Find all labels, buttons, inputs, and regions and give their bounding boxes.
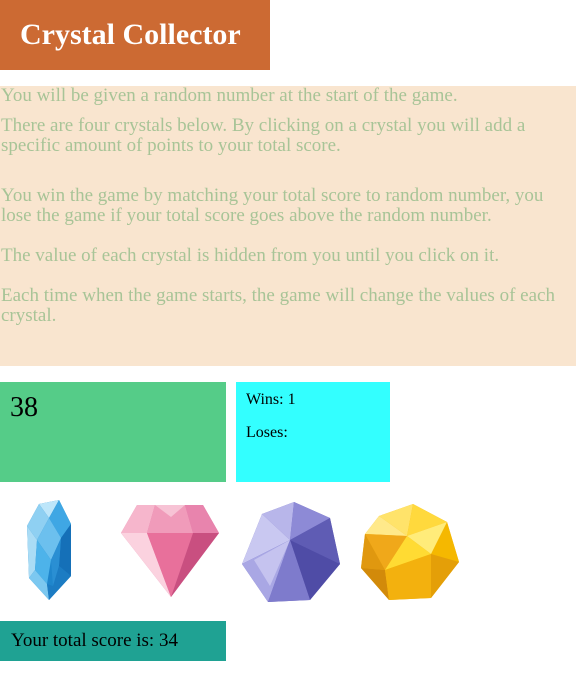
purple-crystal-icon[interactable] [240,500,342,604]
pink-diamond-icon[interactable] [119,503,221,599]
blue-crystal-icon[interactable] [25,500,75,602]
instruction-line: You will be given a random number at the… [1,85,458,106]
wins-count: Wins: 1 [246,391,296,408]
title-banner: Crystal Collector [0,0,270,70]
instructions-panel: You will be given a random number at the… [0,86,576,366]
loses-count: Loses: [246,424,288,441]
target-number-box: 38 [0,382,226,482]
instruction-line: Each time when the game starts, the game… [1,285,555,326]
stats-box: Wins: 1 Loses: [236,382,390,482]
total-score-box: Your total score is: 34 [0,621,226,661]
instruction-line: The value of each crystal is hidden from… [1,245,500,266]
yellow-crystal-icon[interactable] [359,502,461,602]
target-number: 38 [10,392,38,423]
page-title: Crystal Collector [20,18,241,51]
total-score-label: Your total score is: 34 [11,630,178,651]
instruction-line: You win the game by matching your total … [1,185,544,226]
instruction-line: There are four crystals below. By clicki… [1,115,526,156]
